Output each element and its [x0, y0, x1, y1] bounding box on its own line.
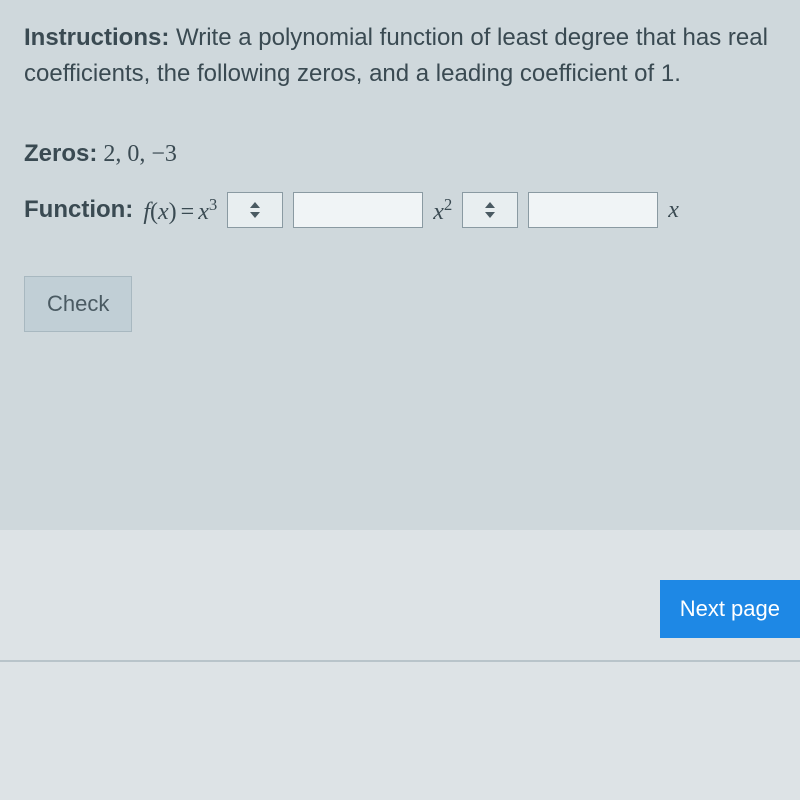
coefficient-input-2[interactable]: [528, 192, 658, 228]
function-label: Function:: [24, 196, 133, 224]
sign-select-1[interactable]: [227, 192, 283, 228]
lower-area: Next page: [0, 530, 800, 800]
next-page-button[interactable]: Next page: [660, 580, 800, 638]
sign-select-2[interactable]: [462, 192, 518, 228]
divider-line: [0, 660, 800, 662]
coefficient-input-1[interactable]: [293, 192, 423, 228]
updown-icon: [483, 201, 497, 219]
instructions-label: Instructions:: [24, 24, 169, 51]
term-x2: x2: [433, 195, 452, 226]
zeros-line: Zeros: 2, 0, −3: [24, 140, 776, 168]
zeros-label: Zeros:: [24, 140, 97, 167]
zeros-values: 2, 0, −3: [97, 141, 177, 167]
term-x: x: [668, 197, 679, 224]
updown-icon: [248, 201, 262, 219]
check-button[interactable]: Check: [24, 276, 132, 332]
function-line: Function: f(x)=x3 x2 x: [24, 192, 776, 228]
function-lhs: f(x)=x3: [143, 195, 217, 226]
instructions-text: Instructions: Write a polynomial functio…: [24, 20, 776, 92]
